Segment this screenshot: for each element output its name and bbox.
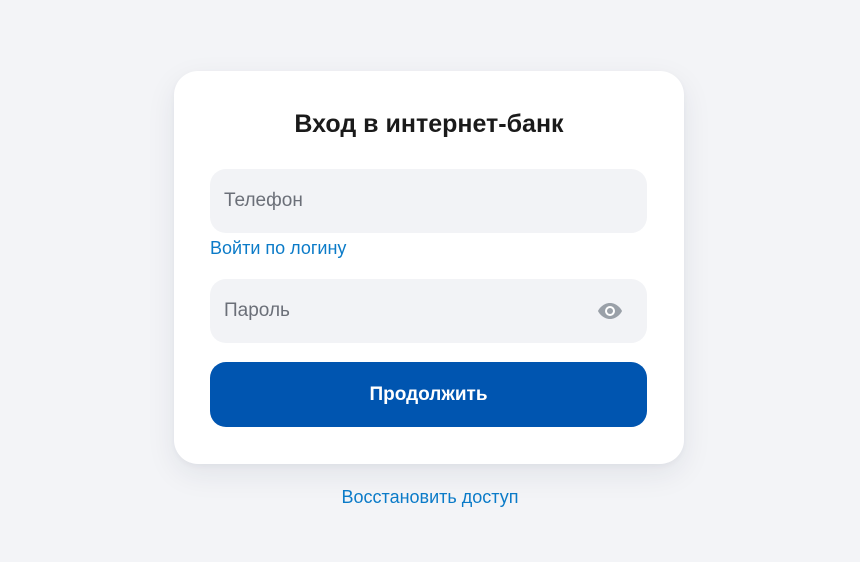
login-card: Вход в интернет-банк Войти по логину Про…	[174, 71, 684, 464]
page-title: Вход в интернет-банк	[294, 110, 564, 138]
login-by-username-link[interactable]: Войти по логину	[210, 237, 346, 259]
eye-icon[interactable]	[597, 300, 623, 322]
continue-button[interactable]: Продолжить	[210, 362, 647, 427]
restore-access-link[interactable]: Восстановить доступ	[0, 486, 860, 508]
phone-field-container	[210, 169, 647, 233]
phone-input[interactable]	[210, 169, 647, 233]
password-input[interactable]	[210, 279, 647, 343]
password-field-container	[210, 279, 647, 343]
